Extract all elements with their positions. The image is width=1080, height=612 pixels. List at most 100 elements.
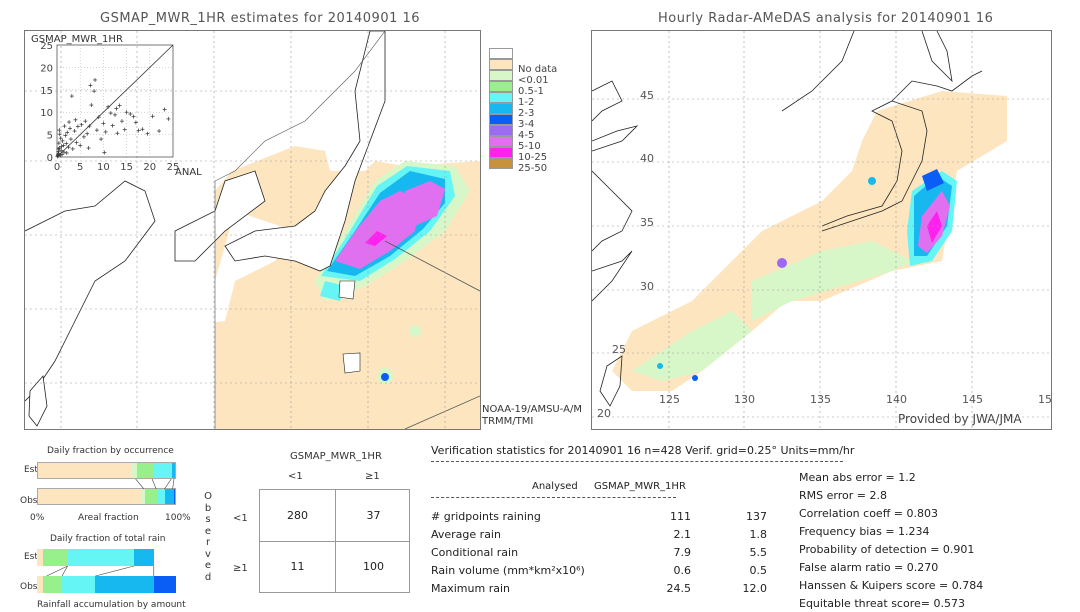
bar-segment (157, 489, 166, 504)
occurrence-obs-label: Obs (20, 496, 38, 506)
scatter-plot: 0 5 10 15 20 25 0 5 10 15 20 25 (40, 41, 179, 173)
legend-swatch (489, 81, 513, 92)
bar-segment (173, 489, 175, 504)
bar-segment (38, 463, 132, 478)
score-item: Hanssen & Kuipers score = 0.784 (799, 579, 984, 592)
scatter-point (62, 124, 67, 129)
divider (431, 497, 676, 498)
total-rain-footer: Rainfall accumulation by amount (37, 600, 186, 610)
scatter-point (56, 141, 61, 146)
scatter-point (128, 111, 133, 116)
scatter-xtick: 5 (77, 162, 83, 173)
cell-false-alarms: 37 (366, 509, 381, 522)
scatter-point (136, 128, 141, 133)
contingency-row-lt1: <1 (233, 513, 248, 524)
scatter-point (133, 120, 138, 125)
contingency-table: 280 37 11 100 (259, 489, 410, 593)
stat-label: # gridpoints raining (431, 510, 541, 523)
radar-amedas-map: 45 40 35 30 25 20 125 130 135 140 145 15… (591, 30, 1052, 430)
scatter-point (70, 146, 75, 151)
bar-segment (172, 463, 175, 478)
scatter-point (83, 119, 88, 124)
observed-letter: r (205, 537, 211, 548)
scatter-xtick: 0 (54, 162, 60, 173)
scatter-point (92, 89, 97, 94)
total-rain-est-label: Est (24, 552, 38, 562)
bar-segment (42, 549, 68, 566)
scatter-point (61, 143, 66, 148)
bar-segment (153, 463, 173, 478)
lon-tick-150: 15 (1038, 393, 1052, 406)
scatter-point (89, 103, 94, 108)
taiwan-land (28, 375, 48, 427)
island (342, 352, 361, 374)
stat-label: Average rain (431, 528, 501, 541)
observed-axis-label: Observed (203, 491, 213, 583)
scatter-xtick: 15 (120, 162, 133, 173)
color-legend: No data <0.01 0.5-1 1-2 2-3 3-4 4-5 5-10 10-25 25… (481, 48, 581, 248)
sakhalin-coast (921, 31, 953, 83)
bar-segment (38, 489, 141, 504)
cell-misses: 11 (290, 560, 305, 573)
gsmap-estimate-map: GSMAP_MWR_1HR ANAL 0 5 10 15 20 25 0 5 10 15 20 25 (24, 30, 481, 430)
contingency-col-lt1: <1 (288, 471, 303, 482)
total-rain-connectors (46, 566, 155, 576)
scatter-point (57, 132, 62, 137)
connector-line (46, 566, 68, 576)
scatter-point (108, 111, 113, 116)
connector-line (151, 479, 157, 489)
legend-swatch (489, 114, 513, 125)
scatter-point (78, 143, 83, 148)
scatter-ytick: 25 (40, 41, 53, 52)
scatter-point (67, 126, 72, 131)
legend-swatch (489, 59, 513, 70)
bar-segment (95, 576, 154, 593)
scatter-point (101, 121, 106, 126)
cell-hits-neg: 280 (287, 509, 308, 522)
stat-label: Conditional rain (431, 546, 519, 559)
bar-segment (46, 576, 62, 593)
scatter-point (93, 77, 98, 82)
col-gsmap: GSMAP_MWR_1HR (594, 481, 686, 492)
lat-tick-40: 40 (640, 152, 654, 165)
lon-tick-135: 135 (810, 393, 831, 406)
scatter-point (119, 119, 124, 124)
stat-gsmap: 0.5 (749, 564, 768, 577)
scatter-point (63, 133, 68, 138)
right-map-title: Hourly Radar-AMeDAS analysis for 2014090… (658, 11, 994, 26)
china-coast (25, 180, 156, 402)
stat-gsmap: 12.0 (742, 582, 768, 595)
scatter-point (57, 128, 62, 133)
scatter-point (150, 114, 155, 119)
left-map-title: GSMAP_MWR_1HR estimates for 20140901 16 (100, 11, 421, 26)
stat-gsmap: 5.5 (749, 546, 768, 559)
scatter-point (73, 117, 78, 122)
radar-map-canvas (592, 31, 1051, 429)
legend-item: 25-50 (481, 158, 581, 174)
legend-swatch (489, 70, 513, 81)
scatter-point (106, 104, 111, 109)
scatter-point (69, 94, 74, 99)
scatter-point (99, 137, 104, 142)
stat-label: Rain volume (mm*km²x10⁶) (431, 564, 585, 577)
legend-label: 25-50 (518, 163, 548, 174)
score-item: Probability of detection = 0.901 (799, 543, 975, 556)
scatter-point (64, 150, 69, 155)
score-item: Correlation coeff = 0.803 (799, 507, 938, 520)
scatter-xtick: 20 (143, 162, 156, 173)
bar-segment (67, 549, 135, 566)
lon-tick-125: 125 (659, 393, 680, 406)
scatter-ytick: 5 (47, 131, 53, 142)
observed-letter: v (205, 548, 211, 560)
scatter-point (75, 124, 80, 129)
score-item: Frequency bias = 1.234 (799, 525, 930, 538)
stat-analysed: 111 (670, 510, 691, 523)
score-item: False alarm ratio = 0.270 (799, 561, 939, 574)
legend-swatch (489, 92, 513, 103)
scatter-point (61, 150, 66, 155)
observed-letter: O (204, 491, 212, 502)
lat-tick-35: 35 (640, 216, 654, 229)
scatter-point (68, 137, 73, 142)
occurrence-title: Daily fraction by occurrence (47, 446, 174, 456)
sensor-label-1: NOAA-19/AMSU-A/M (482, 404, 582, 415)
